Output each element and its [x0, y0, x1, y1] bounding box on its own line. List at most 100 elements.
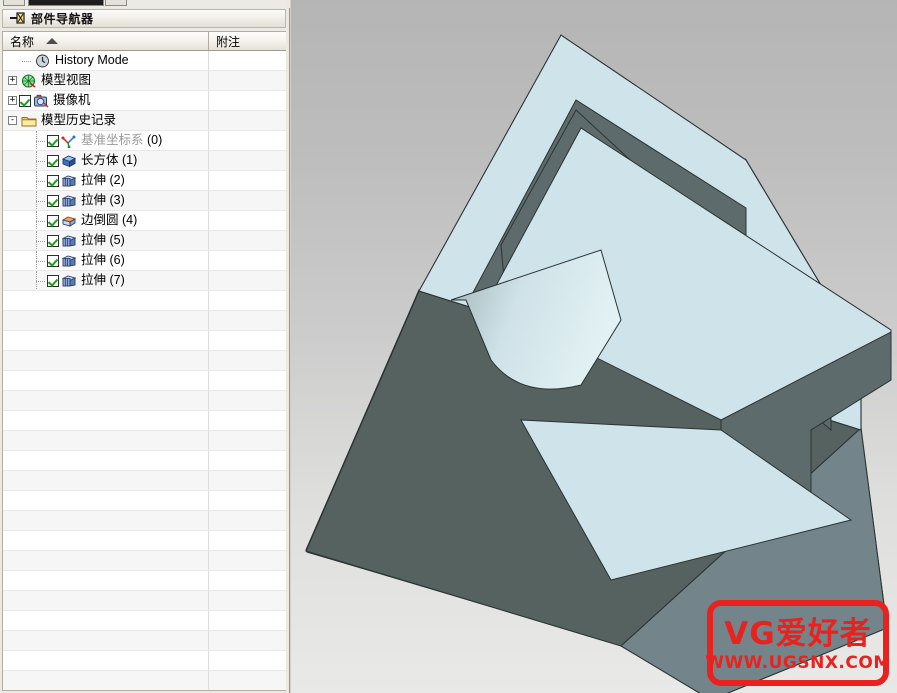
- tree-row-name-cell[interactable]: [3, 331, 209, 350]
- feature-suppress-checkbox[interactable]: [47, 254, 59, 267]
- tree-row-name-cell[interactable]: 基准坐标系 (0): [3, 131, 209, 150]
- tree-row-name-cell[interactable]: 长方体 (1): [3, 151, 209, 170]
- tree-row[interactable]: 长方体 (1): [3, 151, 286, 171]
- tree-row-name-cell[interactable]: [3, 591, 209, 610]
- tree-empty-row[interactable]: [3, 351, 286, 371]
- tree-row-name-cell[interactable]: [3, 611, 209, 630]
- tree-row[interactable]: 基准坐标系 (0): [3, 131, 286, 151]
- tree-row-note-cell[interactable]: [209, 411, 286, 430]
- feature-suppress-checkbox[interactable]: [47, 154, 59, 167]
- tree-row[interactable]: 拉伸 (6): [3, 251, 286, 271]
- tree-empty-row[interactable]: [3, 371, 286, 391]
- tree-empty-row[interactable]: [3, 671, 286, 690]
- tree-row-note-cell[interactable]: [209, 651, 286, 670]
- tree-row-name-cell[interactable]: 拉伸 (7): [3, 271, 209, 290]
- tree-row-name-cell[interactable]: [3, 451, 209, 470]
- tree-row-name-cell[interactable]: 拉伸 (6): [3, 251, 209, 270]
- column-header-name[interactable]: 名称: [3, 32, 209, 50]
- tree-empty-row[interactable]: [3, 431, 286, 451]
- tree-row[interactable]: - 模型历史记录: [3, 111, 286, 131]
- tree-empty-row[interactable]: [3, 511, 286, 531]
- tree-row-name-cell[interactable]: [3, 491, 209, 510]
- tree-row-note-cell[interactable]: [209, 91, 286, 110]
- tree-row-name-cell[interactable]: [3, 551, 209, 570]
- tree-row-note-cell[interactable]: [209, 431, 286, 450]
- tree-row-note-cell[interactable]: [209, 611, 286, 630]
- tree-row-name-cell[interactable]: [3, 291, 209, 310]
- tree-empty-row[interactable]: [3, 551, 286, 571]
- tree-row-name-cell[interactable]: [3, 651, 209, 670]
- tree-row-name-cell[interactable]: + 摄像机: [3, 91, 209, 110]
- tree-row-name-cell[interactable]: [3, 571, 209, 590]
- tree-row-note-cell[interactable]: [209, 271, 286, 290]
- tree-row-name-cell[interactable]: [3, 511, 209, 530]
- tree-row-note-cell[interactable]: [209, 671, 286, 690]
- tree-row-note-cell[interactable]: [209, 551, 286, 570]
- tree-row[interactable]: History Mode: [3, 51, 286, 71]
- tree-row-name-cell[interactable]: [3, 411, 209, 430]
- column-header-note[interactable]: 附注: [209, 32, 286, 50]
- tree-row-note-cell[interactable]: [209, 371, 286, 390]
- tree-row-note-cell[interactable]: [209, 531, 286, 550]
- tree-row-note-cell[interactable]: [209, 111, 286, 130]
- tree-row-note-cell[interactable]: [209, 191, 286, 210]
- tree-row-name-cell[interactable]: [3, 531, 209, 550]
- tree-row-note-cell[interactable]: [209, 511, 286, 530]
- tree-row-note-cell[interactable]: [209, 151, 286, 170]
- tree-empty-row[interactable]: [3, 611, 286, 631]
- tree-row[interactable]: 拉伸 (7): [3, 271, 286, 291]
- collapse-node-icon[interactable]: -: [8, 116, 17, 125]
- tree-row-name-cell[interactable]: History Mode: [3, 51, 209, 70]
- tree-row-name-cell[interactable]: 拉伸 (2): [3, 171, 209, 190]
- tree-row-name-cell[interactable]: 边倒圆 (4): [3, 211, 209, 230]
- tree-empty-row[interactable]: [3, 471, 286, 491]
- tree-row-note-cell[interactable]: [209, 471, 286, 490]
- tree-empty-row[interactable]: [3, 651, 286, 671]
- tree-row-name-cell[interactable]: [3, 311, 209, 330]
- tree-row-name-cell[interactable]: [3, 431, 209, 450]
- tree-row-note-cell[interactable]: [209, 491, 286, 510]
- tree-empty-row[interactable]: [3, 531, 286, 551]
- toolbar-button-1[interactable]: [3, 0, 25, 6]
- feature-suppress-checkbox[interactable]: [47, 274, 59, 287]
- tree-empty-row[interactable]: [3, 331, 286, 351]
- tree-row[interactable]: 拉伸 (3): [3, 191, 286, 211]
- feature-suppress-checkbox[interactable]: [47, 214, 59, 227]
- tree-row[interactable]: 边倒圆 (4): [3, 211, 286, 231]
- tree-empty-row[interactable]: [3, 311, 286, 331]
- tree-empty-row[interactable]: [3, 591, 286, 611]
- tree-row-name-cell[interactable]: 拉伸 (3): [3, 191, 209, 210]
- tree-row-note-cell[interactable]: [209, 251, 286, 270]
- tree-row-name-cell[interactable]: - 模型历史记录: [3, 111, 209, 130]
- feature-suppress-checkbox[interactable]: [47, 194, 59, 207]
- expand-node-icon[interactable]: +: [8, 96, 17, 105]
- tree-row-note-cell[interactable]: [209, 231, 286, 250]
- tree-row-name-cell[interactable]: [3, 391, 209, 410]
- tree-empty-row[interactable]: [3, 451, 286, 471]
- tree-empty-row[interactable]: [3, 291, 286, 311]
- tree-row-name-cell[interactable]: [3, 671, 209, 690]
- part-navigator-tree[interactable]: 名称 附注 History Mode + 模型视图 + 摄像机 - 模型历史记录 基准坐标系 …: [2, 31, 287, 691]
- tree-row-note-cell[interactable]: [209, 71, 286, 90]
- feature-suppress-checkbox[interactable]: [19, 94, 31, 107]
- tree-row-note-cell[interactable]: [209, 631, 286, 650]
- pin-icon[interactable]: [9, 11, 26, 26]
- tree-row-note-cell[interactable]: [209, 211, 286, 230]
- toolbar-button-3[interactable]: [105, 0, 127, 6]
- tree-row-note-cell[interactable]: [209, 51, 286, 70]
- panel-scroll-gutter[interactable]: [286, 0, 289, 693]
- expand-node-icon[interactable]: +: [8, 76, 17, 85]
- feature-suppress-checkbox[interactable]: [47, 234, 59, 247]
- tree-row-name-cell[interactable]: [3, 371, 209, 390]
- tree-row-name-cell[interactable]: + 模型视图: [3, 71, 209, 90]
- tree-row-note-cell[interactable]: [209, 171, 286, 190]
- tree-row[interactable]: 拉伸 (5): [3, 231, 286, 251]
- tree-row-note-cell[interactable]: [209, 131, 286, 150]
- tree-row-note-cell[interactable]: [209, 351, 286, 370]
- tree-row[interactable]: 拉伸 (2): [3, 171, 286, 191]
- tree-empty-row[interactable]: [3, 411, 286, 431]
- tree-row-name-cell[interactable]: [3, 471, 209, 490]
- panel-title-bar[interactable]: 部件导航器: [2, 9, 286, 28]
- 3d-model-viewport[interactable]: [291, 0, 897, 693]
- tree-row-name-cell[interactable]: 拉伸 (5): [3, 231, 209, 250]
